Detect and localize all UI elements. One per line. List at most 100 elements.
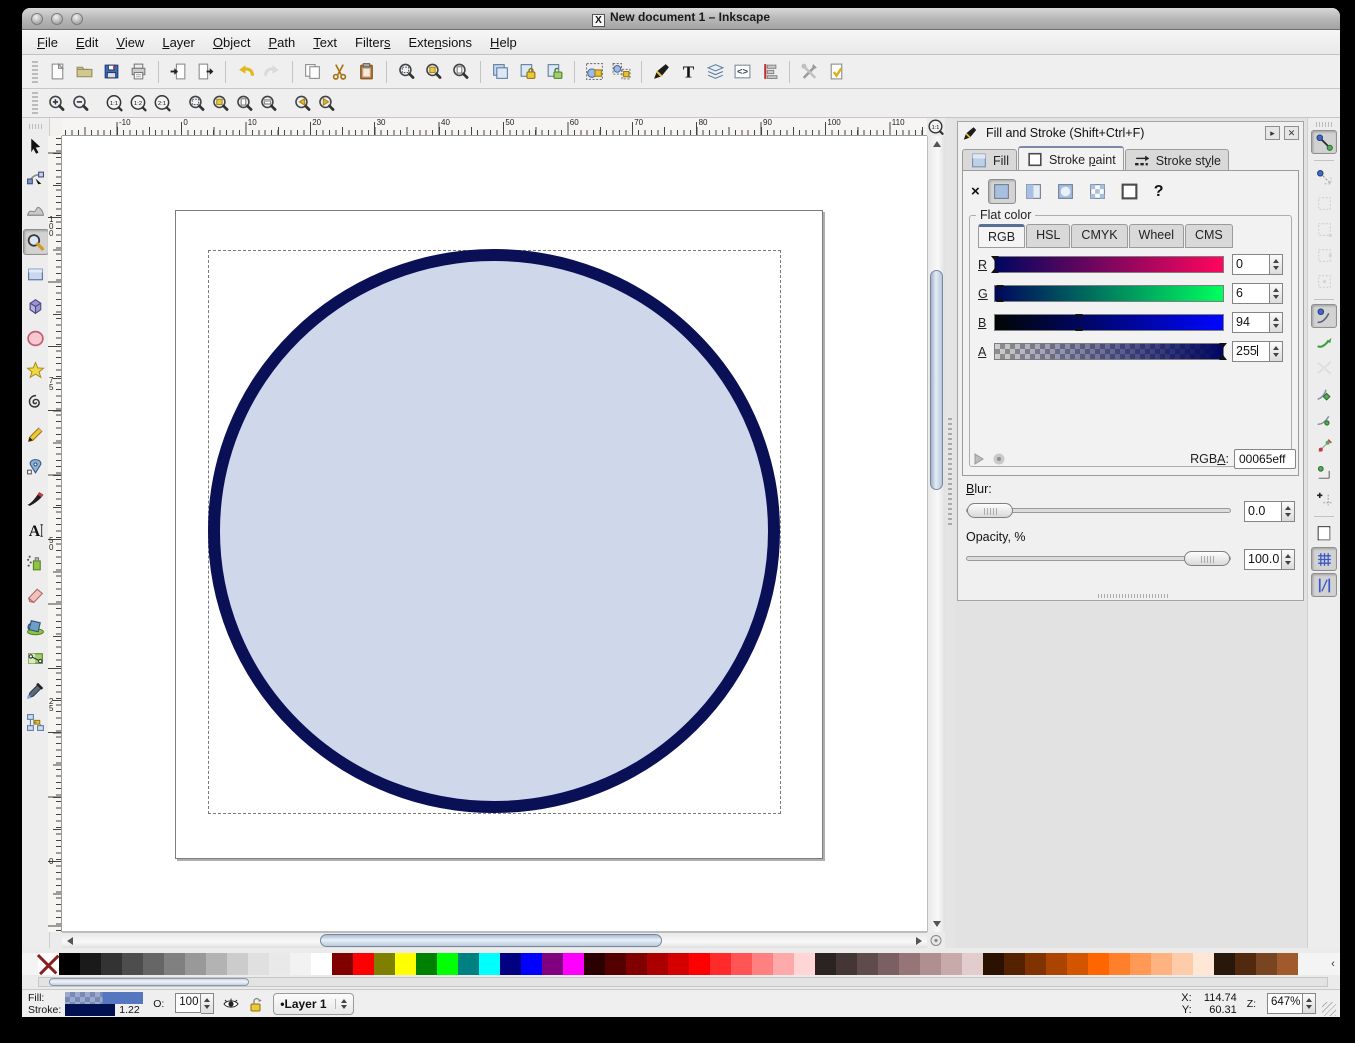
import-button[interactable] (165, 59, 192, 85)
tool-paint-bucket[interactable] (23, 613, 49, 639)
palette-swatch[interactable] (836, 953, 857, 975)
paint-pattern-button[interactable] (1084, 179, 1112, 204)
color-picker-prev-icon[interactable] (971, 451, 987, 467)
palette-swatch[interactable] (941, 953, 962, 975)
vertical-scrollbar[interactable] (927, 136, 945, 932)
palette-swatch[interactable] (1109, 953, 1130, 975)
zoom-width-button[interactable] (256, 92, 280, 114)
xml-editor-button[interactable]: <> (729, 59, 756, 85)
paint-none-button[interactable]: × (971, 183, 980, 200)
zoom-1-1-button[interactable]: 1:1 (102, 92, 126, 114)
palette-scroll-thumb[interactable] (49, 978, 249, 986)
menu-help[interactable]: Help (481, 32, 526, 53)
colorspace-tab-cms[interactable]: CMS (1185, 224, 1233, 248)
snap-bbox-button[interactable] (1311, 165, 1337, 189)
palette-swatch[interactable] (542, 953, 563, 975)
tool-gradient[interactable] (23, 645, 49, 671)
snap-bbox-corners-button[interactable] (1311, 217, 1337, 241)
tool-dropper[interactable] (23, 677, 49, 703)
menu-view[interactable]: View (107, 32, 153, 53)
snap-nodes-button[interactable] (1311, 304, 1337, 328)
palette-swatch[interactable] (920, 953, 941, 975)
tool-box-3d[interactable] (23, 293, 49, 319)
snap-object-centers-button[interactable] (1311, 460, 1337, 484)
tool-ellipse[interactable] (23, 325, 49, 351)
palette-swatch[interactable] (1151, 953, 1172, 975)
snap-guides-button[interactable] (1311, 573, 1337, 597)
print-button[interactable] (125, 59, 152, 85)
palette-swatch-none[interactable] (38, 953, 59, 975)
tool-spiral[interactable] (23, 389, 49, 415)
palette-swatch[interactable] (731, 953, 752, 975)
snap-page-border-button[interactable] (1311, 521, 1337, 545)
toolbar-drag-handle[interactable] (32, 92, 38, 114)
snap-bbox-edges-button[interactable] (1311, 191, 1337, 215)
palette-swatch[interactable] (710, 953, 731, 975)
group-button[interactable] (581, 59, 608, 85)
palette-swatch[interactable] (164, 953, 185, 975)
zoom-next-button[interactable] (314, 92, 338, 114)
palette-swatch[interactable] (647, 953, 668, 975)
colorspace-tab-rgb[interactable]: RGB (978, 224, 1025, 248)
snap-paths-button[interactable] (1311, 330, 1337, 354)
zoom-selection-button[interactable] (184, 92, 208, 114)
palette-swatch[interactable] (815, 953, 836, 975)
palette-swatch[interactable] (458, 953, 479, 975)
menu-layer[interactable]: Layer (153, 32, 204, 53)
opacity-spin[interactable]: 100.0 (1236, 549, 1295, 570)
palette-swatch[interactable] (773, 953, 794, 975)
tool-pen[interactable] (23, 453, 49, 479)
fill-stroke-dialog-button[interactable] (648, 59, 675, 85)
blur-spin[interactable]: 0.0 (1236, 501, 1295, 522)
copy-button[interactable] (299, 59, 326, 85)
palette-swatch[interactable] (1004, 953, 1025, 975)
zoom-in-button[interactable] (44, 92, 68, 114)
palette-swatch[interactable] (332, 953, 353, 975)
palette-swatch[interactable] (899, 953, 920, 975)
horizontal-scroll-thumb[interactable] (320, 934, 662, 947)
dock-splitter[interactable] (945, 118, 955, 948)
duplicate-button[interactable] (487, 59, 514, 85)
tool-selector[interactable] (23, 133, 49, 159)
palette-swatch[interactable] (437, 953, 458, 975)
panel-resize-grip[interactable] (1098, 594, 1168, 598)
tab-fill[interactable]: Fill (962, 149, 1017, 171)
window-resize-grip[interactable] (1322, 1002, 1336, 1016)
palette-swatch[interactable] (206, 953, 227, 975)
palette-swatch[interactable] (248, 953, 269, 975)
snap-others-button[interactable] (1311, 486, 1337, 510)
tool-text[interactable]: A (23, 517, 49, 543)
palette-swatch[interactable] (584, 953, 605, 975)
menu-object[interactable]: Object (204, 32, 260, 53)
palette-swatch[interactable] (290, 953, 311, 975)
tool-star[interactable] (23, 357, 49, 383)
palette-swatch[interactable] (689, 953, 710, 975)
palette-swatch[interactable] (1256, 953, 1277, 975)
save-button[interactable] (98, 59, 125, 85)
circle-object[interactable] (62, 136, 927, 932)
vertical-ruler[interactable]: 1 0 07 55 02 50 (48, 136, 62, 932)
B-slider[interactable] (994, 314, 1224, 331)
ungroup-button[interactable] (608, 59, 635, 85)
palette-swatch[interactable] (605, 953, 626, 975)
A-slider[interactable] (994, 343, 1224, 360)
B-spin[interactable]: 94 (1232, 312, 1283, 333)
open-button[interactable] (71, 59, 98, 85)
palette-swatch[interactable] (353, 953, 374, 975)
zoom-out-button[interactable] (68, 92, 92, 114)
tab-stroke-style[interactable]: Stroke style (1125, 149, 1229, 171)
palette-swatch[interactable] (416, 953, 437, 975)
snap-enabled-button[interactable] (1311, 130, 1337, 154)
palette-swatch[interactable] (1067, 953, 1088, 975)
canvas[interactable] (62, 136, 927, 932)
tool-eraser[interactable] (23, 581, 49, 607)
menu-path[interactable]: Path (259, 32, 304, 53)
panel-close-button[interactable]: ✕ (1284, 126, 1299, 140)
palette-swatch[interactable] (1277, 953, 1298, 975)
horizontal-scrollbar[interactable] (62, 932, 927, 948)
tool-zoom-tool[interactable] (23, 229, 49, 255)
stroke-swatch[interactable] (65, 1004, 115, 1016)
palette-swatch[interactable] (878, 953, 899, 975)
zoom-drawing-button[interactable] (208, 92, 232, 114)
fill-stroke-indicator[interactable]: Fill: Stroke: 1.22 (28, 992, 143, 1016)
